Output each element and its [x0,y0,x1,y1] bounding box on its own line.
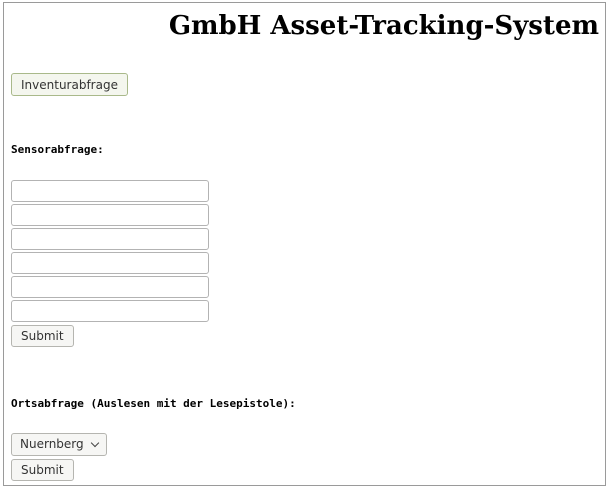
sensor-input-2[interactable] [11,204,209,226]
sensor-input-6[interactable] [11,300,209,322]
location-select[interactable]: Nuernberg [11,433,107,456]
inventory-query-button[interactable]: Inventurabfrage [11,73,128,96]
chevron-down-icon [90,438,99,448]
sensor-input-4[interactable] [11,252,209,274]
sensor-input-1[interactable] [11,180,209,202]
location-submit-button[interactable]: Submit [11,459,74,481]
sensor-input-3[interactable] [11,228,209,250]
location-select-value: Nuernberg [20,437,84,451]
sensor-input-5[interactable] [11,276,209,298]
page-frame: GmbH Asset-Tracking-System Inventurabfra… [3,2,606,486]
page-title: GmbH Asset-Tracking-System [168,11,599,41]
location-query-label: Ortsabfrage (Auslesen mit der Lesepistol… [11,397,296,410]
sensor-query-label: Sensorabfrage: [11,143,104,156]
sensor-submit-button[interactable]: Submit [11,325,74,347]
